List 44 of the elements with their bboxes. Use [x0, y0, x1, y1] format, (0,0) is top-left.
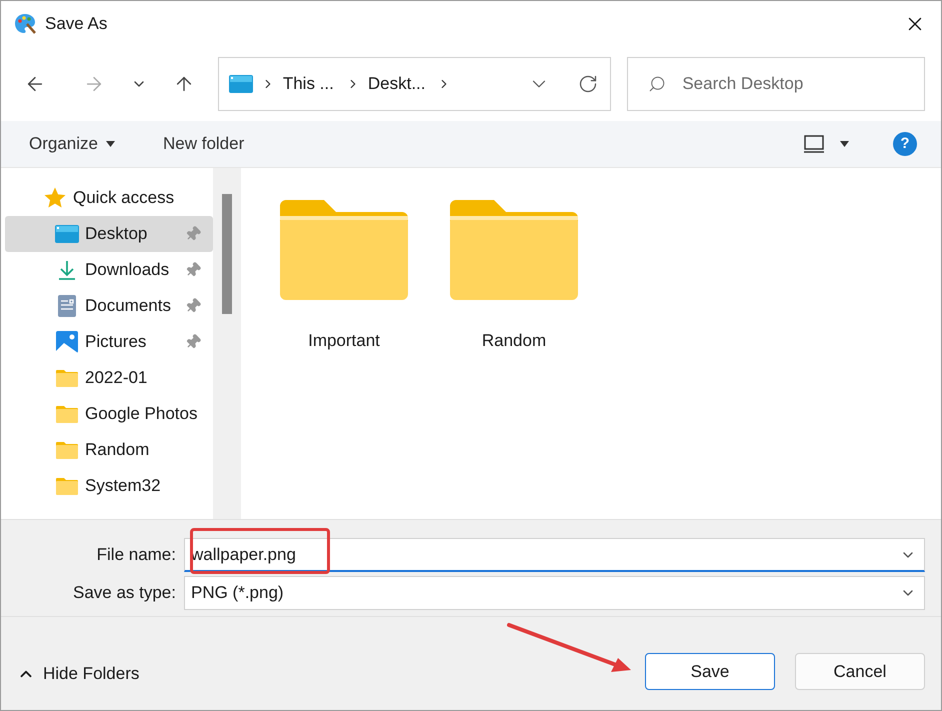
sidebar-item[interactable]: Downloads: [5, 252, 213, 288]
search-box[interactable]: Search Desktop: [627, 57, 925, 111]
sidebar-item[interactable]: Google Photos: [5, 396, 213, 432]
new-folder-button[interactable]: New folder: [150, 126, 256, 162]
folder-icon: [56, 369, 78, 387]
window-title: Save As: [45, 13, 108, 36]
folder-icon: [56, 405, 78, 423]
field-label: Save as type:: [72, 582, 177, 604]
hide-folders-button[interactable]: Hide Folders: [17, 656, 140, 692]
breadcrumb-item[interactable]: Deskt...: [368, 71, 426, 97]
monitor-icon: [228, 74, 253, 94]
folder-icon: [56, 477, 78, 495]
scrollbar-thumb[interactable]: [222, 194, 232, 314]
caret-icon: [106, 141, 115, 147]
sidebar-item[interactable]: Quick access: [5, 180, 213, 216]
document-icon: [57, 294, 77, 318]
download-icon: [56, 259, 78, 281]
breadcrumb-item[interactable]: This ...: [282, 71, 334, 97]
sidebar-item[interactable]: System32: [5, 468, 213, 504]
refresh-icon[interactable]: [578, 74, 598, 94]
organize-button[interactable]: Organize: [17, 126, 127, 162]
view-icon[interactable]: [804, 135, 824, 153]
folder-item[interactable]: Important: [279, 200, 409, 354]
folder-icon: [280, 200, 408, 300]
star-icon: [43, 186, 67, 210]
field-label: File name:: [96, 544, 177, 566]
cancel-button[interactable]: Cancel: [795, 653, 925, 690]
address-bar[interactable]: This ... Deskt...: [218, 57, 612, 111]
sidebar-item[interactable]: 2022-01: [5, 360, 213, 396]
folder-icon: [56, 441, 78, 459]
folder-icon: [450, 200, 578, 300]
sidebar-item[interactable]: Random: [5, 432, 213, 468]
sidebar-item[interactable]: Documents: [5, 288, 213, 324]
search-icon: [648, 75, 666, 93]
save-button[interactable]: Save: [645, 653, 775, 690]
sidebar-item[interactable]: Pictures: [5, 324, 213, 360]
picture-icon: [56, 331, 78, 353]
sidebar-item[interactable]: Desktop: [5, 216, 213, 252]
search-field[interactable]: Search Desktop: [682, 58, 924, 110]
palette-icon: [13, 12, 37, 36]
monitor-icon: [55, 224, 79, 244]
folder-item[interactable]: Random: [449, 200, 579, 354]
caret-icon[interactable]: [840, 141, 849, 147]
help-icon[interactable]: ?: [893, 132, 917, 156]
